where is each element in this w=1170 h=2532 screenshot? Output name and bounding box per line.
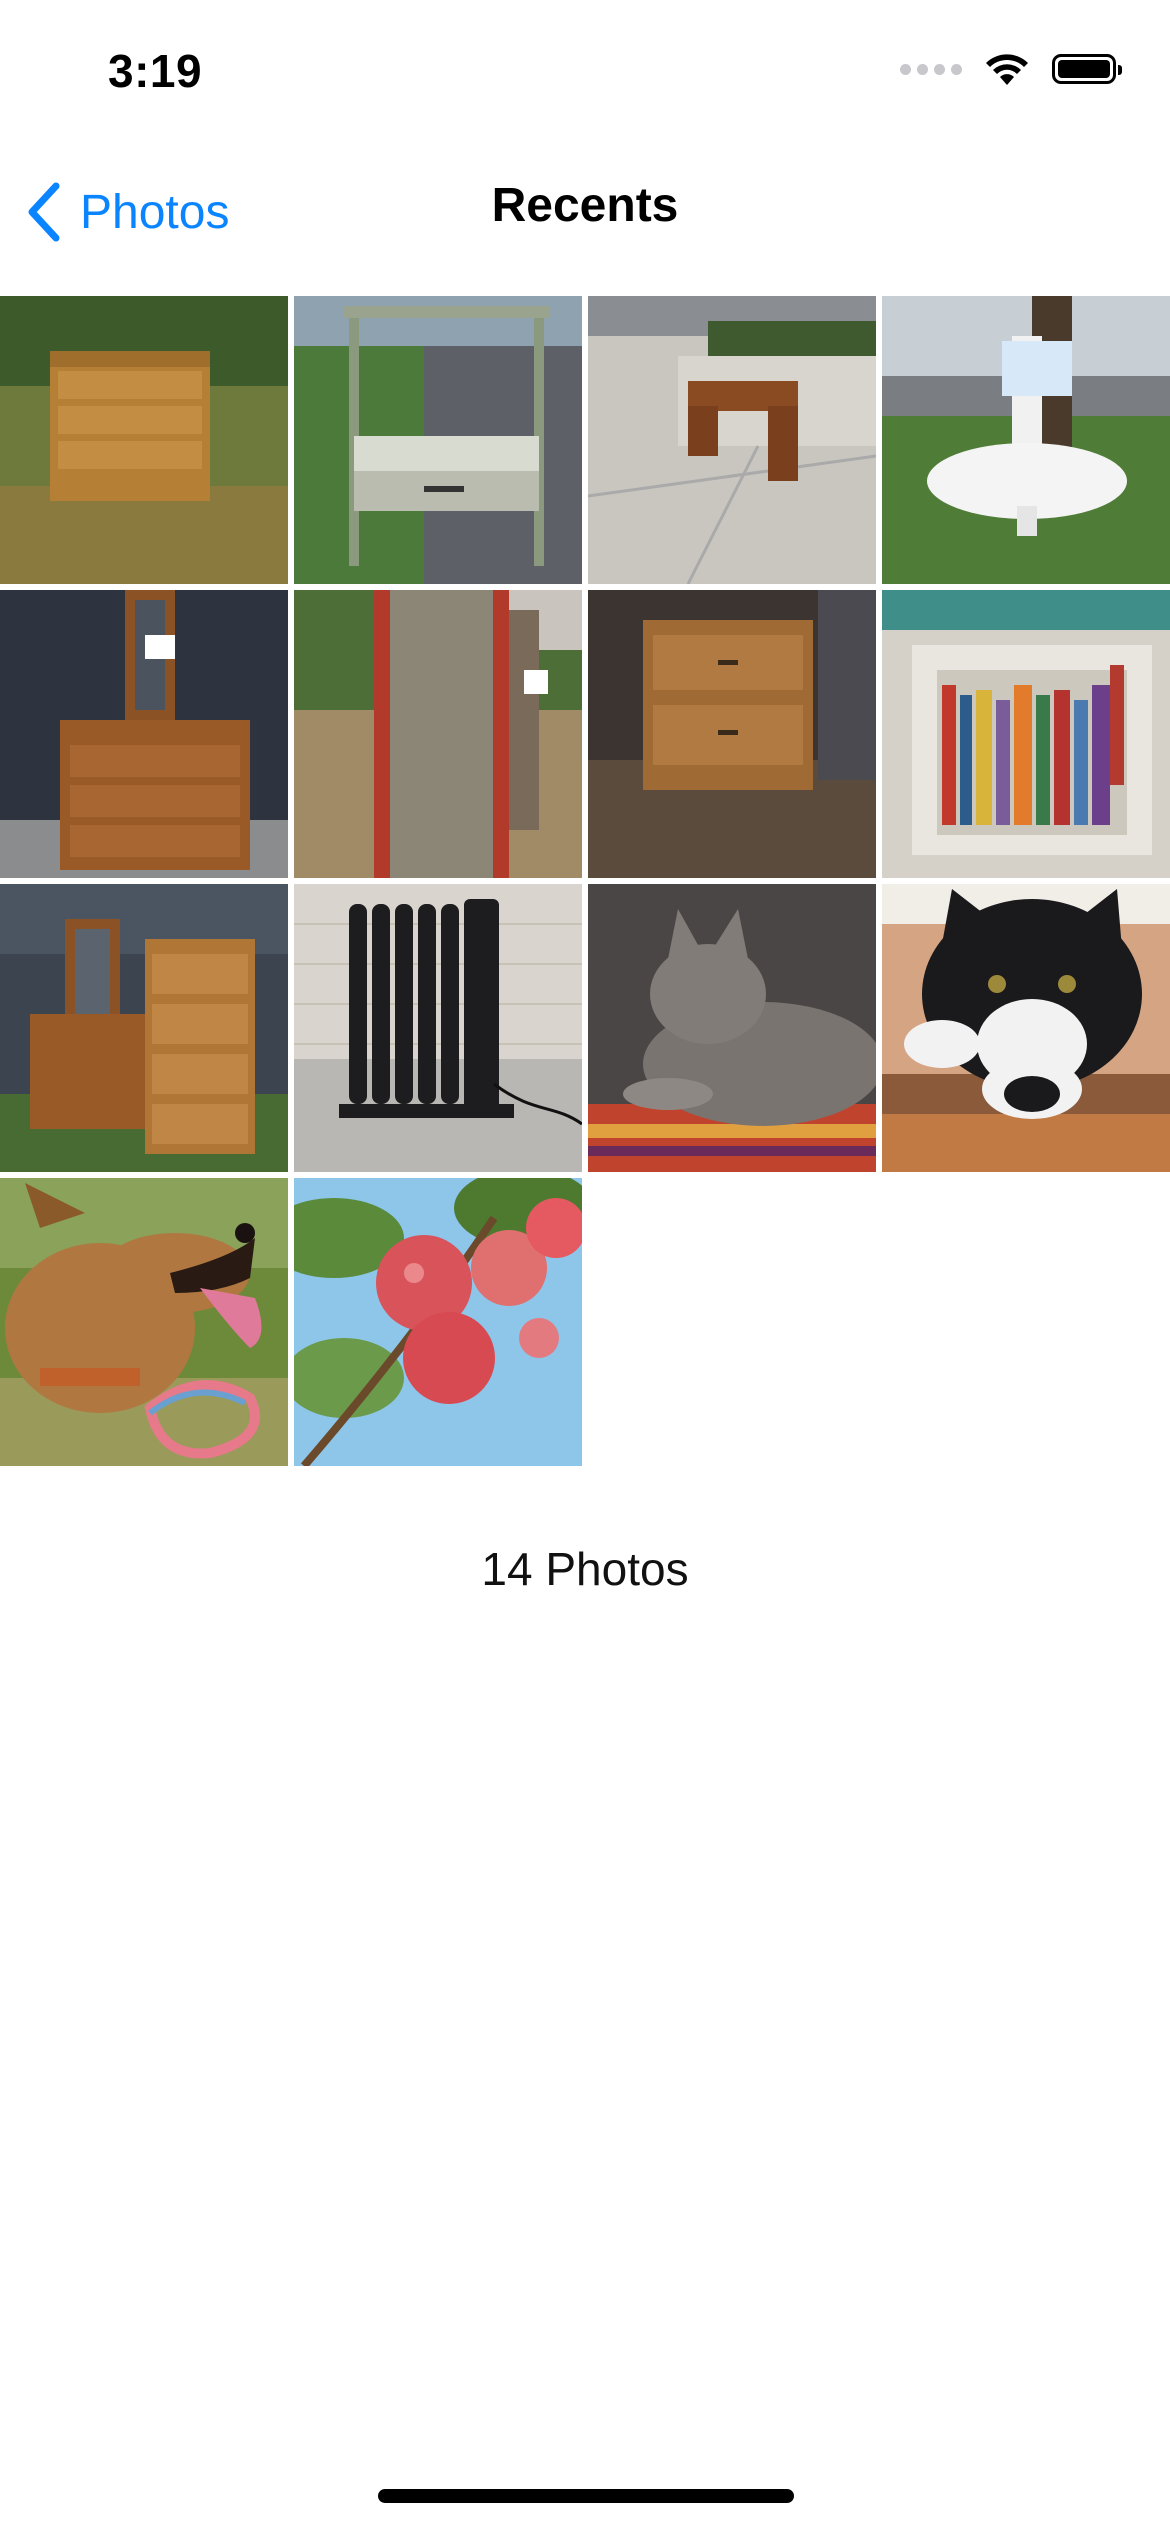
photo-thumbnail[interactable] [588, 884, 876, 1172]
photo-thumbnail[interactable] [294, 1178, 582, 1466]
photo-thumbnail[interactable] [0, 590, 288, 878]
photo-thumbnail[interactable] [294, 296, 582, 584]
signal-icon [900, 63, 962, 75]
photo-thumbnail[interactable] [0, 884, 288, 1172]
photo-thumbnail[interactable] [0, 1178, 288, 1466]
battery-icon [1052, 54, 1122, 84]
home-indicator[interactable] [378, 2489, 794, 2503]
photo-grid [0, 296, 1170, 1466]
status-icons [900, 52, 1122, 86]
status-bar: 3:19 [0, 0, 1170, 140]
photo-count-label: 14 Photos [481, 1543, 689, 1595]
page-title: Recents [491, 179, 679, 232]
photo-thumbnail[interactable] [882, 296, 1170, 584]
photo-thumbnail[interactable] [882, 884, 1170, 1172]
photo-thumbnail[interactable] [588, 590, 876, 878]
photo-thumbnail[interactable] [588, 296, 876, 584]
photo-thumbnail[interactable] [294, 590, 582, 878]
photo-thumbnail[interactable] [0, 296, 288, 584]
photo-thumbnail[interactable] [294, 884, 582, 1172]
navigation-bar: Photos Recents [0, 140, 1170, 290]
wifi-icon [986, 54, 1028, 85]
status-time: 3:19 [108, 45, 203, 97]
photo-thumbnail[interactable] [882, 590, 1170, 878]
